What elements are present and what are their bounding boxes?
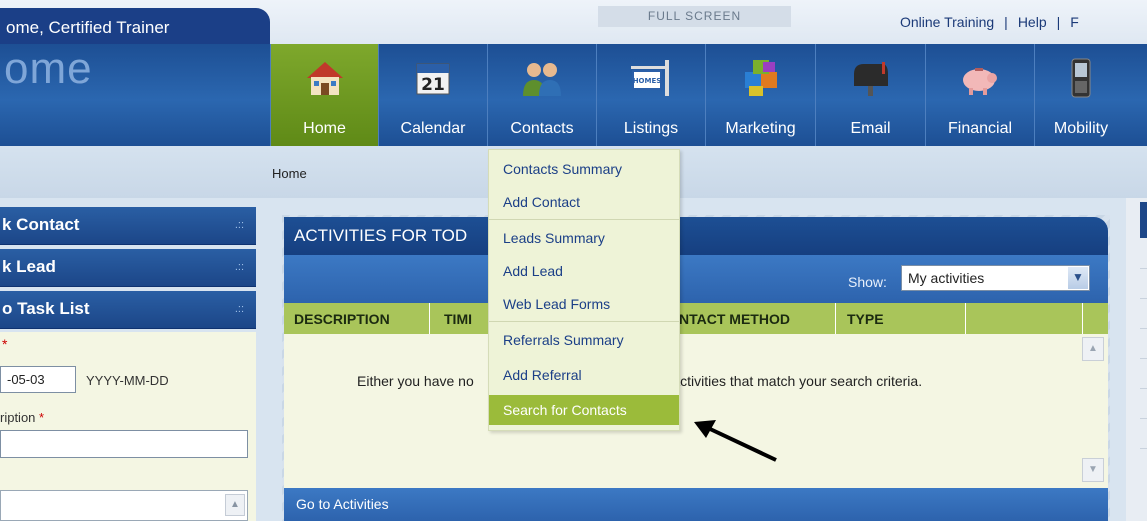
- puzzle-icon: [736, 56, 786, 100]
- right-column: [1126, 198, 1147, 521]
- contacts-dropdown-menu: Contacts Summary Add Contact Leads Summa…: [488, 149, 680, 431]
- house-icon: [300, 56, 350, 100]
- column-divider: [429, 303, 430, 334]
- welcome-text: ome, Certified Trainer: [0, 8, 270, 44]
- go-to-activities-link[interactable]: Go to Activities: [284, 488, 1108, 521]
- scroll-down-icon[interactable]: ▼: [1082, 458, 1104, 482]
- nav-marketing[interactable]: Marketing: [705, 44, 815, 146]
- nav-label: Email: [850, 120, 891, 137]
- date-format-hint: YYYY-MM-DD: [86, 373, 169, 388]
- nav-label: Financial: [947, 120, 1013, 137]
- required-star: *: [39, 410, 45, 425]
- menu-separator: [489, 219, 679, 220]
- calendar-icon: 21: [408, 56, 458, 100]
- sidebar-item-label: o Task List: [2, 299, 90, 318]
- show-select-value: My activities: [908, 270, 985, 286]
- sidebar-item-label: k Contact: [2, 215, 80, 234]
- menu-item-add-contact[interactable]: Add Contact: [489, 187, 679, 217]
- chevron-down-icon[interactable]: ▼: [1068, 267, 1088, 289]
- sidebar-item-quick-contact[interactable]: k Contact .::: [0, 207, 256, 245]
- column-divider: [965, 303, 966, 334]
- activities-title: ACTIVITIES FOR TOD: [284, 217, 1108, 255]
- right-divider: [1140, 418, 1147, 419]
- menu-item-add-lead[interactable]: Add Lead: [489, 256, 679, 286]
- column-header-type[interactable]: TYPE: [847, 303, 884, 334]
- right-divider: [1140, 448, 1147, 449]
- sidebar-item-todo-task-list[interactable]: o Task List .::: [0, 291, 256, 329]
- grip-icon[interactable]: .::: [235, 219, 244, 231]
- right-divider: [1140, 388, 1147, 389]
- nav-calendar[interactable]: 21 Calendar: [378, 44, 487, 146]
- show-label: Show:: [848, 274, 887, 290]
- nav-home[interactable]: Home: [270, 44, 378, 146]
- date-field[interactable]: -05-03: [0, 366, 76, 393]
- top-links: Online Training | Help | F: [900, 14, 1079, 30]
- nav-email[interactable]: Email: [815, 44, 925, 146]
- nav-label: Calendar: [400, 120, 466, 137]
- sidebar-item-label: k Lead: [2, 257, 56, 276]
- nav-mobility[interactable]: Mobility: [1034, 44, 1127, 146]
- column-divider: [835, 303, 836, 334]
- right-divider: [1140, 298, 1147, 299]
- scroll-up-icon[interactable]: ▲: [1082, 337, 1104, 361]
- brand-title: ome: [4, 44, 93, 93]
- nav-listings[interactable]: HOMES Listings: [596, 44, 705, 146]
- link-separator: |: [1056, 14, 1061, 30]
- nav-label: Contacts: [510, 120, 574, 137]
- menu-separator: [489, 321, 679, 322]
- calendar-day: 21: [421, 75, 445, 95]
- nav-label: Listings: [623, 120, 679, 137]
- menu-item-search-for-contacts[interactable]: Search for Contacts: [489, 395, 679, 425]
- scroll-up-icon[interactable]: ▲: [225, 494, 245, 516]
- people-icon: [517, 56, 567, 100]
- description-label-text: ription: [0, 410, 36, 425]
- annotation-arrow-icon: [694, 420, 777, 462]
- right-divider: [1140, 268, 1147, 269]
- homes-sign-text: HOMES: [633, 77, 662, 85]
- sidebar-item-quick-lead[interactable]: k Lead .::: [0, 249, 256, 287]
- online-training-link[interactable]: Online Training: [900, 14, 994, 30]
- nav-label: Mobility: [1053, 120, 1109, 137]
- menu-item-add-referral[interactable]: Add Referral: [489, 360, 679, 390]
- nav-label: Home: [303, 120, 346, 137]
- empty-message-left: Either you have no: [357, 373, 474, 389]
- nav-contacts[interactable]: Contacts: [487, 44, 596, 146]
- main-nav: Home 21 Calendar Contacts HOMES Listings…: [270, 44, 1127, 146]
- notes-textarea[interactable]: ▲: [0, 490, 248, 521]
- piggy-bank-icon: [955, 56, 1005, 100]
- menu-item-leads-summary[interactable]: Leads Summary: [489, 223, 679, 253]
- show-select[interactable]: My activities ▼: [901, 265, 1090, 291]
- nav-financial[interactable]: Financial: [925, 44, 1034, 146]
- grip-icon[interactable]: .::: [235, 261, 244, 273]
- phone-icon: [1056, 56, 1106, 100]
- breadcrumb[interactable]: Home: [272, 166, 307, 181]
- description-input[interactable]: [0, 430, 248, 458]
- column-header-description[interactable]: DESCRIPTION: [294, 303, 390, 334]
- full-screen-button[interactable]: FULL SCREEN: [598, 6, 791, 27]
- right-divider: [1140, 328, 1147, 329]
- required-star: *: [2, 336, 8, 352]
- help-link[interactable]: Help: [1018, 14, 1047, 30]
- description-label: ription *: [0, 410, 44, 425]
- partial-link[interactable]: F: [1070, 14, 1079, 30]
- menu-item-referrals-summary[interactable]: Referrals Summary: [489, 325, 679, 355]
- column-header-time[interactable]: TIMI: [444, 303, 472, 334]
- right-panel-header: [1140, 202, 1147, 238]
- grip-icon[interactable]: .::: [235, 303, 244, 315]
- homes-sign-icon: HOMES: [626, 56, 676, 100]
- activities-table-header: DESCRIPTION TIMI NTACT METHOD TYPE: [284, 303, 1108, 334]
- menu-item-contacts-summary[interactable]: Contacts Summary: [489, 154, 679, 184]
- column-divider: [1082, 303, 1083, 334]
- link-separator: |: [1004, 14, 1008, 30]
- nav-label: Marketing: [725, 120, 796, 137]
- column-header-contact-method[interactable]: NTACT METHOD: [679, 303, 790, 334]
- menu-item-web-lead-forms[interactable]: Web Lead Forms: [489, 289, 679, 319]
- right-divider: [1140, 358, 1147, 359]
- mailbox-icon: [846, 56, 896, 100]
